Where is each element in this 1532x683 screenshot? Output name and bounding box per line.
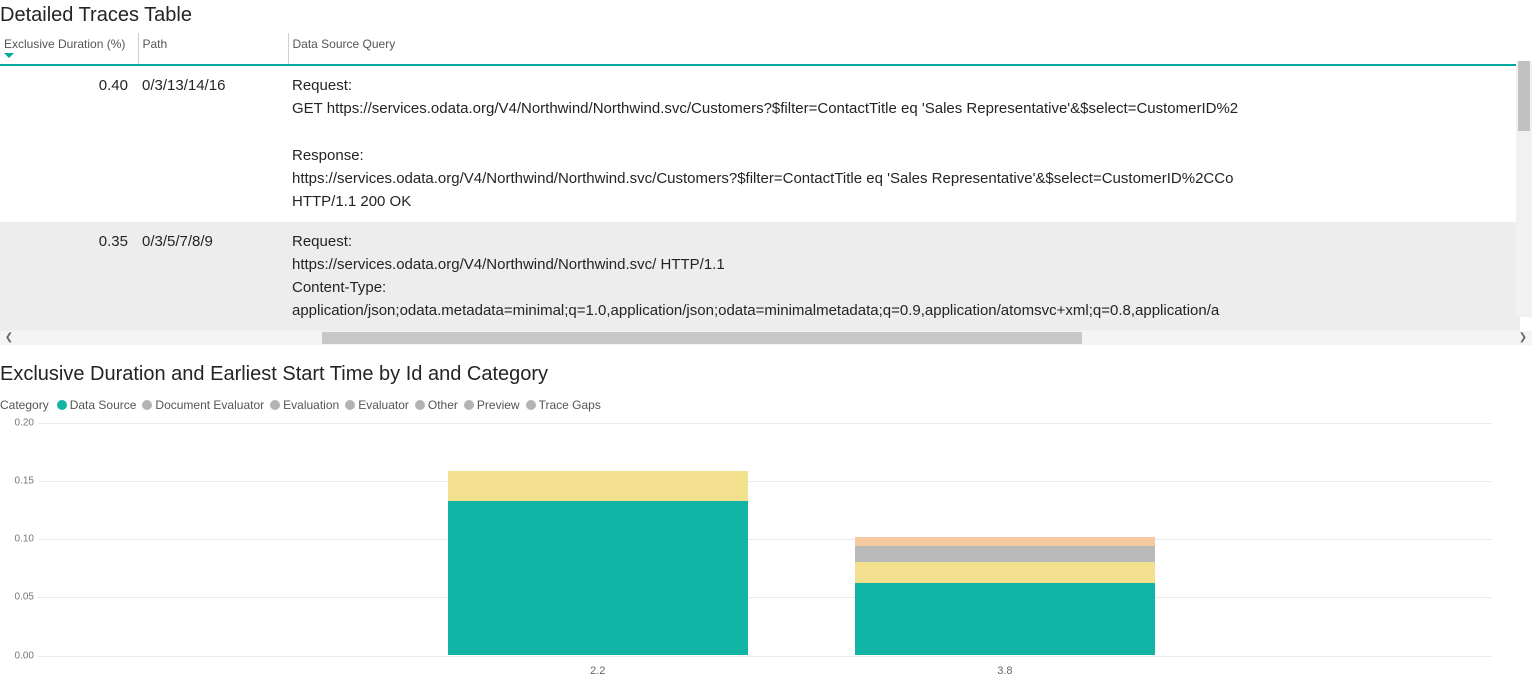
traces-table-title: Detailed Traces Table bbox=[0, 0, 1532, 33]
vertical-scroll-thumb[interactable] bbox=[1518, 61, 1530, 131]
cell-path: 0/3/13/14/16 bbox=[138, 65, 288, 222]
legend-dot-icon bbox=[415, 400, 425, 410]
gridline bbox=[38, 656, 1492, 657]
scroll-left-icon[interactable]: ❮ bbox=[2, 331, 16, 345]
col-header-label: Path bbox=[143, 37, 168, 51]
legend-dot-icon bbox=[270, 400, 280, 410]
legend-item[interactable]: Document Evaluator bbox=[142, 398, 264, 412]
col-header-path[interactable]: Path bbox=[138, 33, 288, 65]
bar-segment-evaluator bbox=[855, 546, 1155, 562]
legend-item-label: Data Source bbox=[70, 398, 137, 412]
legend-item[interactable]: Evaluator bbox=[345, 398, 409, 412]
col-header-data-source-query[interactable]: Data Source Query bbox=[288, 33, 1520, 65]
cell-exclusive-duration: 0.40 bbox=[0, 65, 138, 222]
table-row[interactable]: 0.350/3/5/7/8/9Request: https://services… bbox=[0, 222, 1520, 331]
bar[interactable] bbox=[855, 423, 1155, 656]
gridline bbox=[38, 597, 1492, 598]
y-tick-label: 0.15 bbox=[4, 475, 34, 486]
legend-dot-icon bbox=[57, 400, 67, 410]
chart-title: Exclusive Duration and Earliest Start Ti… bbox=[0, 359, 1532, 392]
bar[interactable] bbox=[448, 423, 748, 656]
x-tick-label: 3.8 bbox=[997, 665, 1012, 677]
legend-item[interactable]: Preview bbox=[464, 398, 520, 412]
col-header-exclusive-duration[interactable]: Exclusive Duration (%) bbox=[0, 33, 138, 65]
legend-item[interactable]: Other bbox=[415, 398, 458, 412]
chart-plot-area: 0.000.050.100.150.20 2.23.8 bbox=[38, 423, 1492, 679]
cell-path: 0/3/5/7/8/9 bbox=[138, 222, 288, 331]
horizontal-scroll-thumb[interactable] bbox=[322, 332, 1082, 344]
bar-segment-data-source bbox=[448, 501, 748, 656]
legend-dot-icon bbox=[526, 400, 536, 410]
col-header-label: Exclusive Duration (%) bbox=[4, 37, 125, 51]
legend-item-label: Preview bbox=[477, 398, 520, 412]
gridline bbox=[38, 539, 1492, 540]
legend-item[interactable]: Evaluation bbox=[270, 398, 339, 412]
bar-segment-data-source bbox=[855, 583, 1155, 655]
y-tick-label: 0.05 bbox=[4, 592, 34, 603]
bar-segment-other bbox=[855, 537, 1155, 546]
legend-dot-icon bbox=[464, 400, 474, 410]
chart-legend: Category Data Source Document Evaluator Ev… bbox=[0, 392, 1532, 423]
x-tick-label: 2.2 bbox=[590, 665, 605, 677]
legend-item[interactable]: Trace Gaps bbox=[526, 398, 601, 412]
legend-dot-icon bbox=[142, 400, 152, 410]
gridline bbox=[38, 423, 1492, 424]
legend-item-label: Document Evaluator bbox=[155, 398, 264, 412]
legend-item-label: Other bbox=[428, 398, 458, 412]
legend-item-label: Evaluator bbox=[358, 398, 409, 412]
horizontal-scrollbar[interactable]: ❮ ❯ bbox=[0, 331, 1532, 345]
col-header-label: Data Source Query bbox=[293, 37, 396, 51]
table-row[interactable]: 0.400/3/13/14/16Request: GET https://ser… bbox=[0, 65, 1520, 222]
y-tick-label: 0.20 bbox=[4, 417, 34, 428]
bar-segment-preview bbox=[855, 562, 1155, 583]
y-tick-label: 0.10 bbox=[4, 534, 34, 545]
bar-segment-preview bbox=[448, 471, 748, 500]
sort-desc-icon bbox=[4, 53, 14, 58]
vertical-scrollbar[interactable] bbox=[1516, 61, 1532, 317]
cell-data-source-query: Request: https://services.odata.org/V4/N… bbox=[288, 222, 1520, 331]
cell-exclusive-duration: 0.35 bbox=[0, 222, 138, 331]
traces-table: Exclusive Duration (%) Path Data Source … bbox=[0, 33, 1532, 331]
legend-label: Category bbox=[0, 398, 49, 412]
table-header-row: Exclusive Duration (%) Path Data Source … bbox=[0, 33, 1520, 65]
legend-item[interactable]: Data Source bbox=[57, 398, 137, 412]
legend-dot-icon bbox=[345, 400, 355, 410]
legend-item-label: Trace Gaps bbox=[539, 398, 601, 412]
scroll-right-icon[interactable]: ❯ bbox=[1516, 331, 1530, 345]
y-tick-label: 0.00 bbox=[4, 650, 34, 661]
cell-data-source-query: Request: GET https://services.odata.org/… bbox=[288, 65, 1520, 222]
legend-item-label: Evaluation bbox=[283, 398, 339, 412]
gridline bbox=[38, 481, 1492, 482]
